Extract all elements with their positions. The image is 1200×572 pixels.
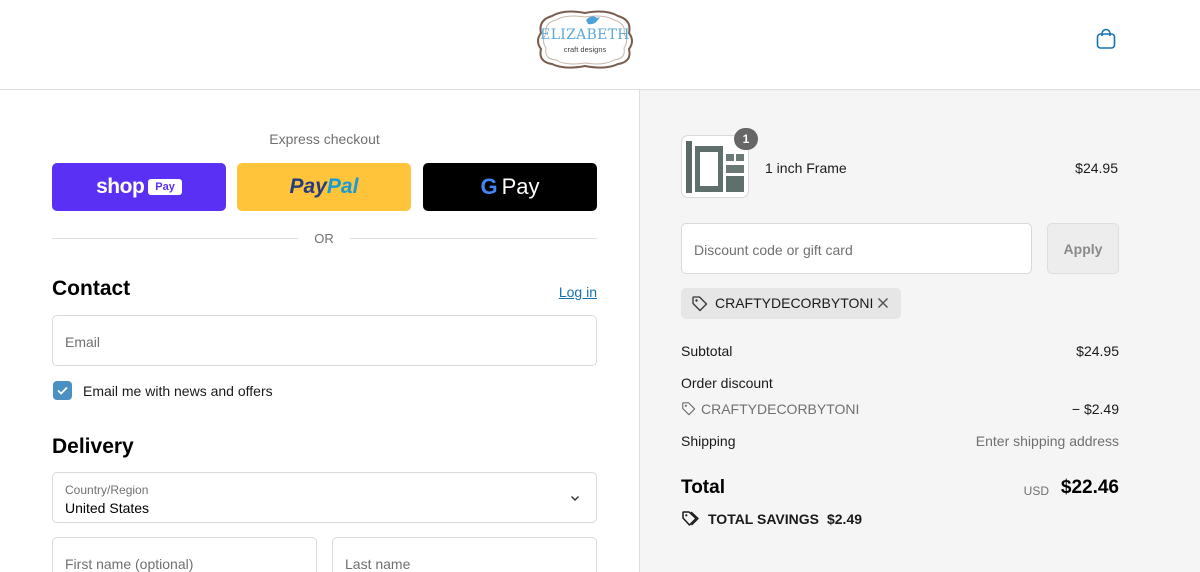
paypal-button[interactable]: PayPal xyxy=(237,163,411,211)
google-g-icon: G xyxy=(480,174,498,199)
last-name-placeholder: Last name xyxy=(345,556,411,572)
delivery-heading: Delivery xyxy=(52,435,134,458)
quantity-badge: 1 xyxy=(734,128,758,150)
google-pay-button[interactable]: G Pay xyxy=(423,163,597,211)
savings-label: TOTAL SAVINGS xyxy=(708,511,819,527)
subtotal-value: $24.95 xyxy=(1076,343,1119,359)
discount-placeholder: Discount code or gift card xyxy=(694,242,853,258)
order-discount-code: CRAFTYDECORBYTONI xyxy=(681,401,859,417)
country-label: Country/Region xyxy=(65,483,149,497)
shop-pay-badge: Pay xyxy=(148,179,182,195)
item-name: 1 inch Frame xyxy=(765,160,847,176)
site-header: ELIZABETH craft designs xyxy=(0,0,1200,90)
applied-code-text: CRAFTYDECORBYTONI xyxy=(715,295,874,311)
express-checkout-title: Express checkout xyxy=(269,131,380,147)
logo-text: ELIZABETH xyxy=(540,27,630,43)
or-divider-text: OR xyxy=(314,231,334,246)
country-value: United States xyxy=(65,500,150,516)
last-name-field[interactable]: Last name xyxy=(332,537,597,572)
savings-tag-icon xyxy=(682,511,699,526)
newsletter-label: Email me with news and offers xyxy=(83,383,273,399)
country-select[interactable]: Country/Region United States xyxy=(52,472,597,523)
tag-icon xyxy=(692,296,708,312)
savings-value: $2.49 xyxy=(826,511,863,527)
order-discount-code-text: CRAFTYDECORBYTONI xyxy=(701,401,860,417)
or-divider-right xyxy=(350,238,597,239)
first-name-placeholder: First name (optional) xyxy=(65,556,194,572)
paypal-wordmark-b: Pal xyxy=(326,175,359,198)
order-discount-label: Order discount xyxy=(681,375,773,391)
shipping-label: Shipping xyxy=(681,433,736,449)
total-savings: TOTAL SAVINGS $2.49 xyxy=(681,510,862,527)
total-value: $22.46 xyxy=(1060,477,1119,498)
paypal-wordmark: PayPal xyxy=(290,175,359,199)
email-placeholder: Email xyxy=(65,334,101,350)
remove-discount-close-icon[interactable] xyxy=(875,295,891,311)
google-pay-wordmark: Pay xyxy=(501,174,540,199)
total-currency: USD xyxy=(1023,484,1049,498)
log-in-link[interactable]: Log in xyxy=(540,284,597,300)
email-field[interactable]: Email xyxy=(52,315,597,366)
chevron-down-icon xyxy=(571,496,579,501)
newsletter-checkbox[interactable] xyxy=(53,381,72,400)
discount-tag-icon xyxy=(682,402,696,416)
or-divider-left xyxy=(52,238,298,239)
cart-bag-icon[interactable] xyxy=(1094,27,1118,51)
checkmark-icon xyxy=(57,386,68,395)
total-label: Total xyxy=(681,477,725,498)
subtotal-label: Subtotal xyxy=(681,343,733,359)
apply-discount-button[interactable]: Apply xyxy=(1047,223,1119,274)
applied-discount-chip: CRAFTYDECORBYTONI xyxy=(681,288,901,319)
order-discount-value: − $2.49 xyxy=(1071,401,1119,417)
paypal-wordmark-a: Pay xyxy=(289,175,327,198)
store-logo[interactable]: ELIZABETH craft designs xyxy=(534,8,636,70)
item-price: $24.95 xyxy=(1075,160,1118,176)
shop-pay-button[interactable]: shop Pay xyxy=(52,163,226,211)
logo-subtext: craft designs xyxy=(563,45,607,54)
shipping-value: Enter shipping address xyxy=(975,433,1119,449)
shop-pay-wordmark: shop xyxy=(96,175,145,198)
first-name-field[interactable]: First name (optional) xyxy=(52,537,317,572)
contact-heading: Contact xyxy=(52,277,131,300)
discount-code-input[interactable]: Discount code or gift card xyxy=(681,223,1032,274)
